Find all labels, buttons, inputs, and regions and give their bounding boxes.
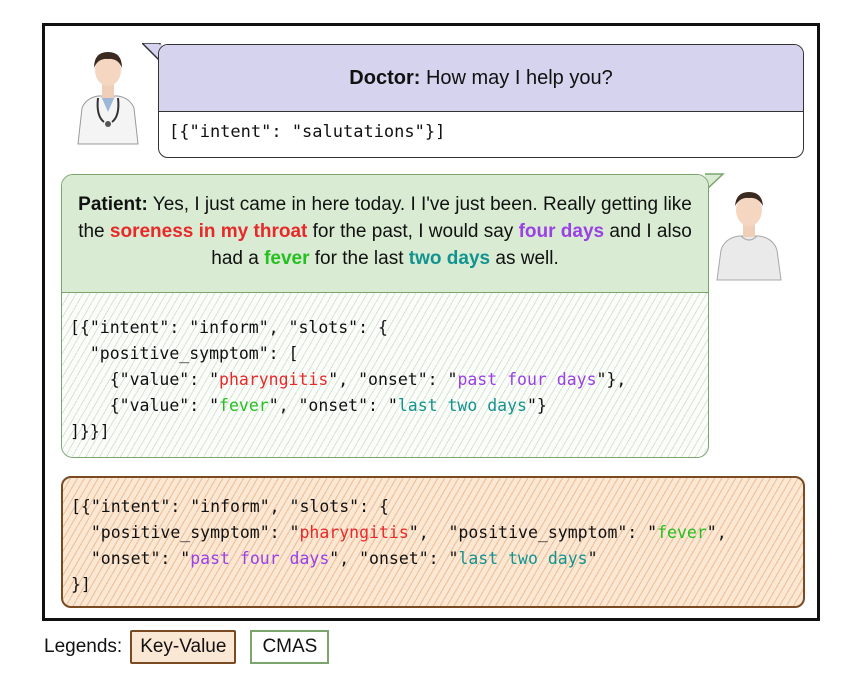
slot-value: pharyngitis (299, 523, 409, 542)
onset-highlight-four-days: four days (518, 221, 605, 242)
patient-turn: Patient: Yes, I just came in here today.… (61, 174, 709, 458)
patient-avatar-icon (716, 192, 782, 281)
legend-key-value: Key-Value (130, 630, 237, 664)
code-text: ", "positive_symptom": " (408, 523, 658, 542)
patient-speaker-label: Patient: (78, 194, 148, 215)
code-text: {"value": " (70, 396, 220, 415)
legend-label: Legends: (44, 636, 123, 657)
code-text: ", "onset": " (328, 370, 458, 389)
slot-value: pharyngitis (219, 370, 329, 389)
legend-cmas: CMAS (250, 630, 330, 664)
code-line: [{"intent": "inform", "slots": { (70, 318, 388, 337)
code-text: "positive_symptom": " (71, 523, 300, 542)
code-line: [{"intent": "inform", "slots": { (71, 497, 389, 516)
symptom-highlight-throat: soreness in my throat (109, 221, 308, 242)
doctor-annotation: [{"intent": "salutations"}] (169, 122, 446, 142)
code-text: ", "onset": " (268, 396, 398, 415)
symptom-highlight-fever: fever (264, 248, 310, 269)
cmas-annotation: [{"intent": "inform", "slots": { "positi… (62, 293, 708, 457)
code-line: ]}}] (70, 422, 110, 441)
dialogue-figure: Doctor: How may I help you? [{"intent": … (42, 23, 820, 621)
patient-text-part: for the past, I would say (312, 221, 514, 242)
patient-text-part: as well. (495, 248, 559, 269)
code-text: "}, (596, 370, 627, 389)
doctor-utterance: Doctor: How may I help you? (159, 45, 803, 112)
key-value-annotation: [{"intent": "inform", "slots": { "positi… (61, 476, 805, 608)
onset-highlight-two-days: two days (408, 248, 491, 269)
code-text: ", (706, 523, 727, 542)
code-line: "positive_symptom": [ (70, 344, 299, 363)
slot-onset: past four days (190, 549, 330, 568)
slot-onset: last two days (458, 549, 588, 568)
slot-onset: past four days (457, 370, 597, 389)
code-text: "onset": " (71, 549, 191, 568)
patient-utterance: Patient: Yes, I just came in here today.… (62, 175, 708, 293)
slot-value: fever (219, 396, 269, 415)
code-text: " (587, 549, 598, 568)
patient-text-part: for the last (314, 248, 404, 269)
code-text: ", "onset": " (329, 549, 459, 568)
doctor-avatar-icon (77, 52, 139, 145)
doctor-speaker-label: Doctor: (349, 66, 421, 89)
code-text: {"value": " (70, 370, 220, 389)
code-text: "} (526, 396, 547, 415)
legend: Legends: Key-Value CMAS (44, 629, 330, 665)
doctor-text: How may I help you? (425, 66, 613, 89)
slot-onset: last two days (397, 396, 527, 415)
doctor-turn: Doctor: How may I help you? [{"intent": … (158, 44, 804, 158)
code-line: }] (71, 575, 91, 594)
slot-value: fever (657, 523, 707, 542)
